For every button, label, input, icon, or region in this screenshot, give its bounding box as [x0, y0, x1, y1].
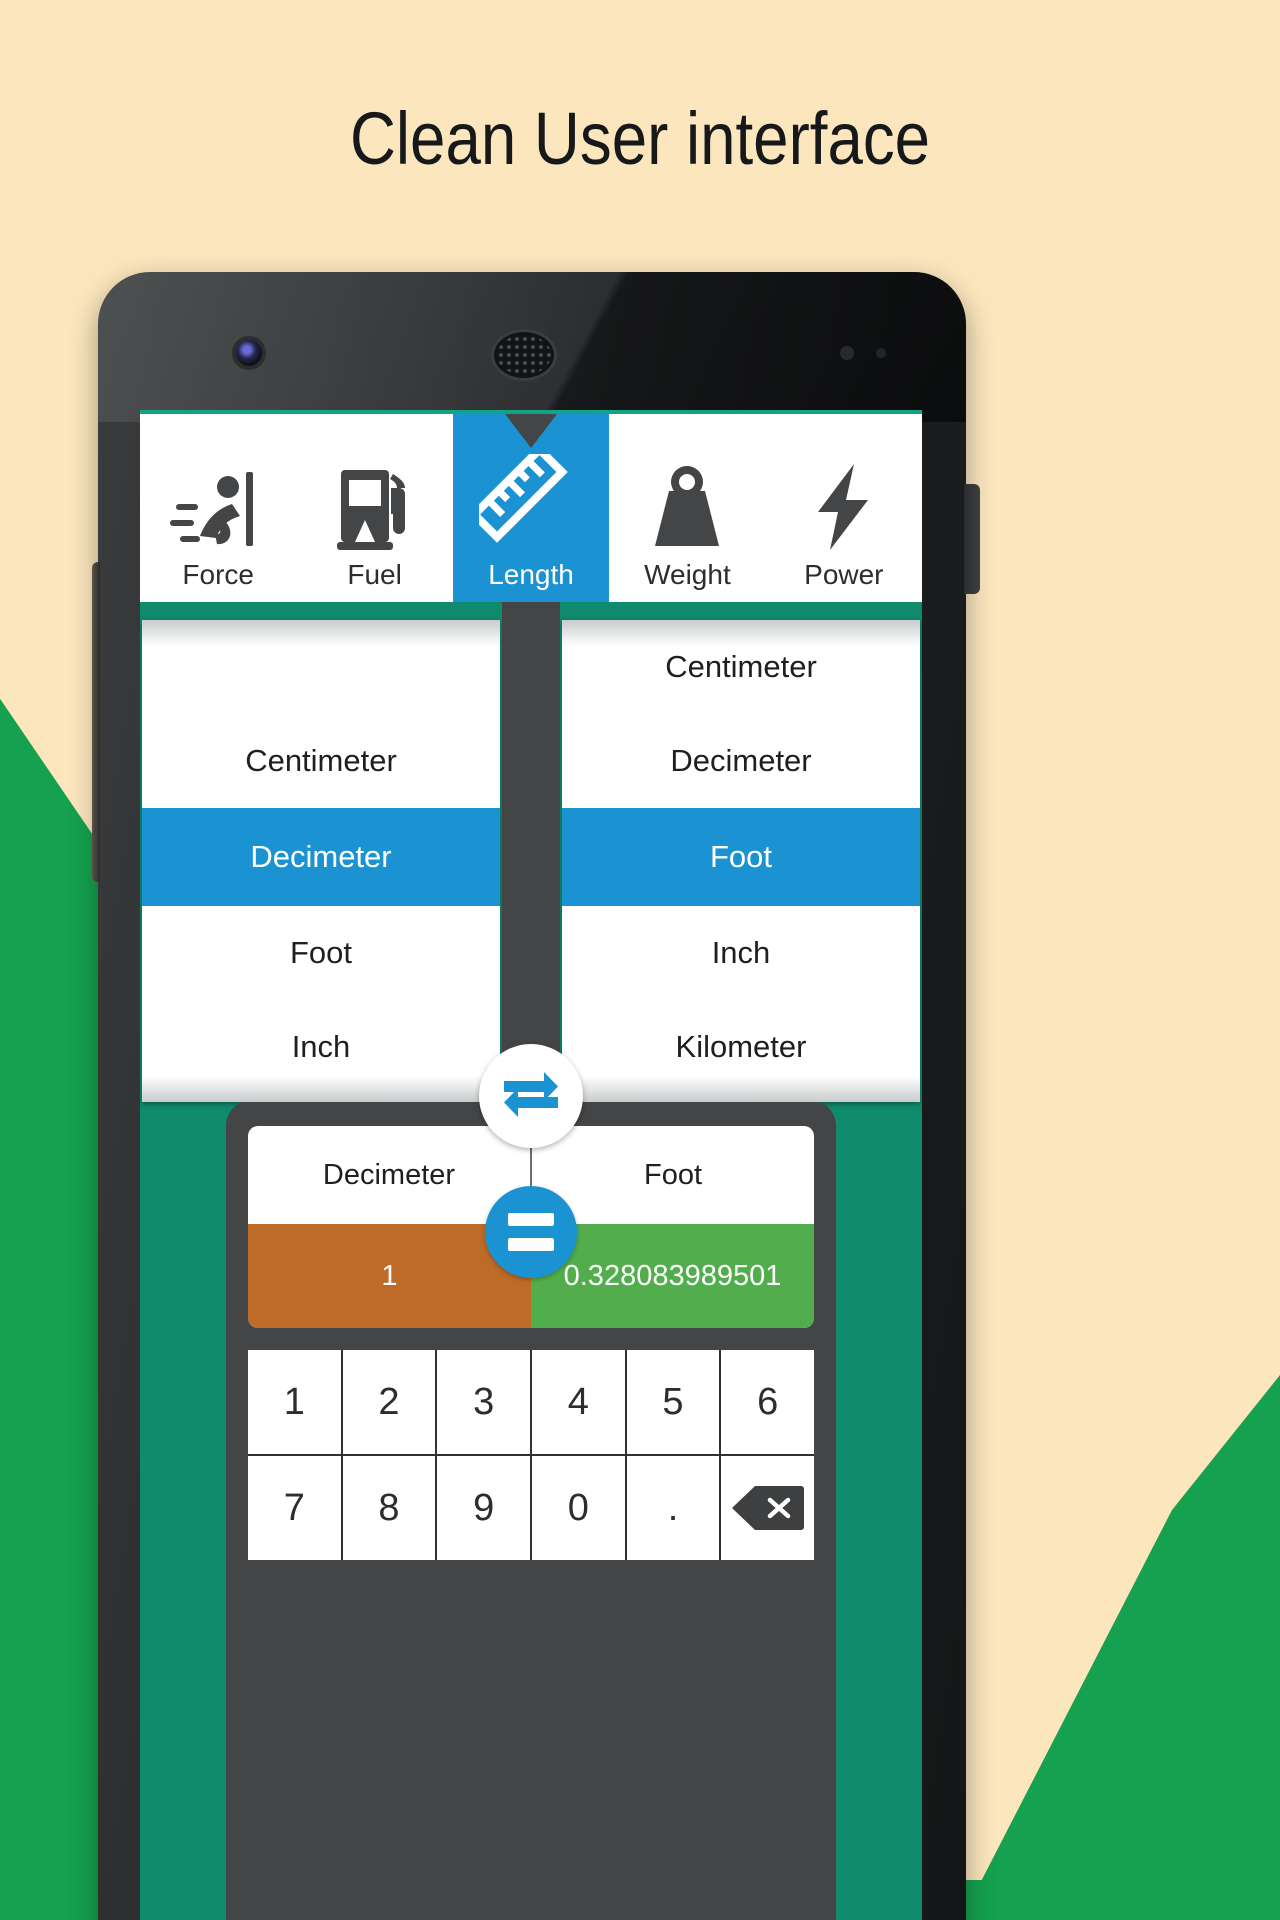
phone-mockup: Force Fuel Length Weight Power Centimete… [92, 272, 980, 1920]
connector-spine [502, 602, 560, 1104]
tab-force[interactable]: Force [140, 414, 297, 602]
key-4[interactable]: 4 [531, 1350, 625, 1454]
runner-force-icon [170, 454, 266, 558]
key-1[interactable]: 1 [248, 1350, 341, 1454]
picker-fade-bottom [562, 1076, 920, 1102]
tab-label: Weight [644, 559, 731, 590]
phone-screen: Force Fuel Length Weight Power Centimete… [140, 410, 922, 1920]
proximity-sensor-icon [840, 346, 854, 360]
tab-label: Fuel [347, 559, 402, 590]
numeric-keypad: 1 2 3 4 5 6 7 8 9 0 . [248, 1350, 814, 1560]
from-unit-picker[interactable]: Centimeter Decimeter Foot Inch [142, 620, 500, 1102]
equals-icon [485, 1186, 577, 1278]
category-tab-bar: Force Fuel Length Weight Power [140, 414, 922, 636]
tab-label: Length [488, 559, 574, 590]
key-9[interactable]: 9 [437, 1456, 530, 1560]
key-2[interactable]: 2 [342, 1350, 436, 1454]
list-item[interactable]: Centimeter [142, 714, 500, 808]
from-unit-list: Centimeter Decimeter Foot Inch [142, 620, 500, 1094]
ruler-icon [479, 454, 583, 558]
tab-label: Power [804, 559, 884, 590]
calculator-panel: Decimeter Foot 1 0.328083989501 1 2 3 4 … [226, 1100, 836, 1920]
list-item[interactable]: Foot [142, 906, 500, 1000]
background-shape-right [920, 1300, 1280, 1920]
phone-power-button[interactable] [964, 484, 980, 594]
key-7[interactable]: 7 [248, 1456, 341, 1560]
to-unit-picker[interactable]: Centimeter Decimeter Foot Inch Kilometer [562, 620, 920, 1102]
tab-power[interactable]: Power [765, 414, 922, 602]
list-item-selected[interactable]: Decimeter [142, 808, 500, 906]
to-unit-list: Centimeter Decimeter Foot Inch Kilometer [562, 620, 920, 1094]
picker-fade-top [562, 620, 920, 646]
screenshot-stage: Clean User interface Force Fuel Length W… [0, 0, 1280, 1920]
tab-length[interactable]: Length [452, 414, 610, 636]
front-camera-icon [236, 340, 262, 366]
equals-button[interactable] [485, 1186, 577, 1278]
earpiece-speaker-icon [494, 332, 554, 378]
key-5[interactable]: 5 [626, 1350, 720, 1454]
tab-label: Force [182, 559, 254, 590]
equals-bar-bottom [508, 1238, 554, 1251]
tab-caret-top-icon [505, 414, 558, 448]
fuel-pump-icon [327, 454, 423, 558]
key-8[interactable]: 8 [342, 1456, 436, 1560]
backspace-icon [731, 1484, 805, 1532]
tab-weight[interactable]: Weight [609, 414, 766, 602]
swap-arrows-icon [479, 1044, 583, 1148]
swap-units-button[interactable] [479, 1044, 583, 1148]
picker-fade-top [142, 620, 500, 646]
list-item[interactable]: Inch [562, 906, 920, 1000]
light-sensor-icon [876, 348, 886, 358]
picker-fade-bottom [142, 1076, 500, 1102]
tab-fuel[interactable]: Fuel [296, 414, 453, 602]
phone-volume-button[interactable] [92, 562, 100, 882]
key-3[interactable]: 3 [437, 1350, 530, 1454]
key-decimal-point[interactable]: . [626, 1456, 720, 1560]
tab-caret-bottom-icon [505, 602, 558, 636]
weight-icon [639, 454, 735, 558]
key-0[interactable]: 0 [531, 1456, 625, 1560]
list-item-selected[interactable]: Foot [562, 808, 920, 906]
key-backspace[interactable] [721, 1456, 814, 1560]
equals-bar-top [508, 1213, 554, 1226]
page-title: Clean User interface [349, 97, 931, 180]
list-item[interactable]: Decimeter [562, 714, 920, 808]
key-6[interactable]: 6 [721, 1350, 814, 1454]
lightning-bolt-icon [796, 454, 892, 558]
